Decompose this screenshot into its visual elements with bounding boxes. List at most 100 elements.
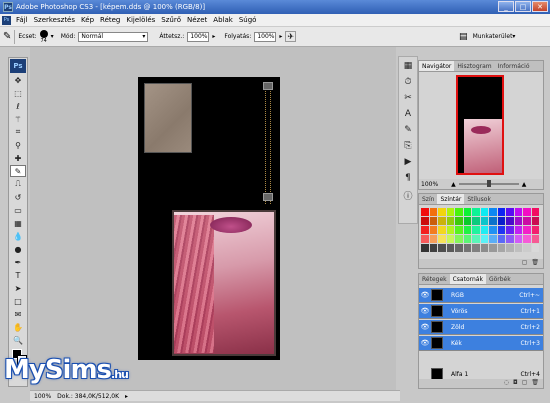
color-swatch[interactable]: [514, 217, 522, 225]
hand-tool-icon[interactable]: ✋: [10, 321, 26, 333]
color-swatch[interactable]: [506, 208, 514, 216]
color-swatch[interactable]: [480, 208, 488, 216]
color-swatch[interactable]: [438, 217, 446, 225]
eye-icon[interactable]: 👁: [419, 307, 431, 315]
mode-select[interactable]: Normál ▾: [78, 31, 149, 42]
color-swatch[interactable]: [429, 235, 437, 243]
status-zoom[interactable]: 100%: [34, 393, 51, 400]
color-swatch[interactable]: [455, 235, 463, 243]
status-arrow-icon[interactable]: ▸: [125, 393, 128, 400]
color-swatch[interactable]: [455, 217, 463, 225]
tab-styles[interactable]: Stílusok: [464, 194, 494, 204]
gradient-tool-icon[interactable]: ▦: [10, 217, 26, 229]
zoom-out-icon[interactable]: ▲: [451, 181, 456, 188]
color-swatch[interactable]: [514, 235, 522, 243]
color-swatch[interactable]: [506, 235, 514, 243]
color-swatch[interactable]: [446, 235, 454, 243]
zoom-in-icon[interactable]: ▲: [522, 181, 527, 188]
color-swatch[interactable]: [506, 217, 514, 225]
brush-tool-icon[interactable]: ✎: [10, 165, 26, 177]
color-swatch[interactable]: [438, 244, 446, 252]
opacity-dropdown-icon[interactable]: ▸: [212, 33, 215, 40]
color-swatch[interactable]: [429, 208, 437, 216]
color-swatch[interactable]: [523, 208, 531, 216]
color-swatch[interactable]: [446, 244, 454, 252]
tab-channels[interactable]: Csatornák: [449, 274, 486, 284]
color-swatch[interactable]: [514, 208, 522, 216]
channel-row-red[interactable]: 👁 Vörös Ctrl+1: [419, 304, 543, 319]
zoom-tool-icon[interactable]: 🔍: [10, 334, 26, 346]
color-swatch[interactable]: [438, 235, 446, 243]
color-swatch[interactable]: [429, 217, 437, 225]
pen-tool-icon[interactable]: ✒: [10, 256, 26, 268]
move-tool-icon[interactable]: ✥: [10, 74, 26, 86]
color-swatch[interactable]: [506, 244, 514, 252]
stamp-tool-icon[interactable]: ⎍: [10, 178, 26, 190]
save-selection-icon[interactable]: ◘: [513, 379, 518, 388]
palette-icon[interactable]: ▦: [401, 61, 415, 73]
color-swatch[interactable]: [472, 208, 480, 216]
color-swatch[interactable]: [523, 226, 531, 234]
color-swatch[interactable]: [480, 235, 488, 243]
color-swatch[interactable]: [455, 226, 463, 234]
color-swatch[interactable]: [438, 208, 446, 216]
color-swatch[interactable]: [480, 226, 488, 234]
history-brush-tool-icon[interactable]: ↺: [10, 191, 26, 203]
color-swatch[interactable]: [489, 244, 497, 252]
menu-file[interactable]: Fájl: [13, 16, 31, 24]
color-swatch[interactable]: [531, 217, 539, 225]
eyedropper-tool-icon[interactable]: ⚲: [10, 139, 26, 151]
flow-field[interactable]: 100%: [254, 31, 277, 42]
character-icon[interactable]: A: [401, 109, 415, 121]
color-swatch[interactable]: [497, 244, 505, 252]
actions-icon[interactable]: ▶: [401, 157, 415, 169]
brush-tool-icon[interactable]: ✎: [3, 31, 11, 42]
color-swatch[interactable]: [489, 235, 497, 243]
color-swatch[interactable]: [531, 226, 539, 234]
load-selection-icon[interactable]: ◌: [504, 379, 509, 388]
color-swatch[interactable]: [497, 208, 505, 216]
magic-wand-tool-icon[interactable]: ⚚: [10, 113, 26, 125]
color-swatch[interactable]: [446, 217, 454, 225]
zoom-slider[interactable]: [458, 180, 519, 187]
color-swatch[interactable]: [497, 226, 505, 234]
flow-dropdown-icon[interactable]: ▸: [279, 33, 282, 40]
path-selection-tool-icon[interactable]: ➤: [10, 282, 26, 294]
menu-edit[interactable]: Szerkesztés: [31, 16, 78, 24]
color-swatch[interactable]: [489, 226, 497, 234]
tab-navigator[interactable]: Navigátor: [419, 61, 455, 71]
channel-row-blue[interactable]: 👁 Kék Ctrl+3: [419, 336, 543, 351]
trash-icon[interactable]: 🗑: [531, 259, 539, 268]
lasso-tool-icon[interactable]: ℓ: [10, 100, 26, 112]
menu-window[interactable]: Ablak: [210, 16, 236, 24]
color-swatch[interactable]: [514, 226, 522, 234]
color-swatch[interactable]: [506, 226, 514, 234]
tab-swatches[interactable]: Színtár: [437, 194, 465, 204]
healing-tool-icon[interactable]: ✚: [10, 152, 26, 164]
tab-layers[interactable]: Rétegek: [419, 274, 450, 284]
color-swatch[interactable]: [455, 244, 463, 252]
zoom-slider-knob[interactable]: [486, 180, 491, 187]
color-swatch[interactable]: [463, 235, 471, 243]
tab-curves[interactable]: Görbék: [486, 274, 514, 284]
color-swatch[interactable]: [514, 244, 522, 252]
eye-icon[interactable]: 👁: [419, 339, 431, 347]
color-swatch[interactable]: [438, 226, 446, 234]
paragraph-icon[interactable]: ¶: [401, 173, 415, 185]
color-swatch[interactable]: [489, 208, 497, 216]
new-swatch-icon[interactable]: ▢: [522, 259, 528, 268]
navigator-zoom-value[interactable]: 100%: [421, 181, 438, 188]
color-swatch[interactable]: [472, 244, 480, 252]
menu-select[interactable]: Kijelölés: [123, 16, 158, 24]
color-swatch[interactable]: [523, 217, 531, 225]
marquee-tool-icon[interactable]: ⬚: [10, 87, 26, 99]
menu-filter[interactable]: Szűrő: [158, 16, 184, 24]
color-swatch[interactable]: [455, 208, 463, 216]
color-swatch[interactable]: [421, 226, 429, 234]
workspace-button[interactable]: Munkaterület ▾: [470, 31, 518, 42]
color-swatch[interactable]: [421, 217, 429, 225]
history-icon[interactable]: ⏱: [401, 77, 415, 89]
trash-icon[interactable]: 🗑: [531, 379, 539, 388]
menu-image[interactable]: Kép: [78, 16, 97, 24]
minimize-button[interactable]: _: [498, 1, 514, 12]
